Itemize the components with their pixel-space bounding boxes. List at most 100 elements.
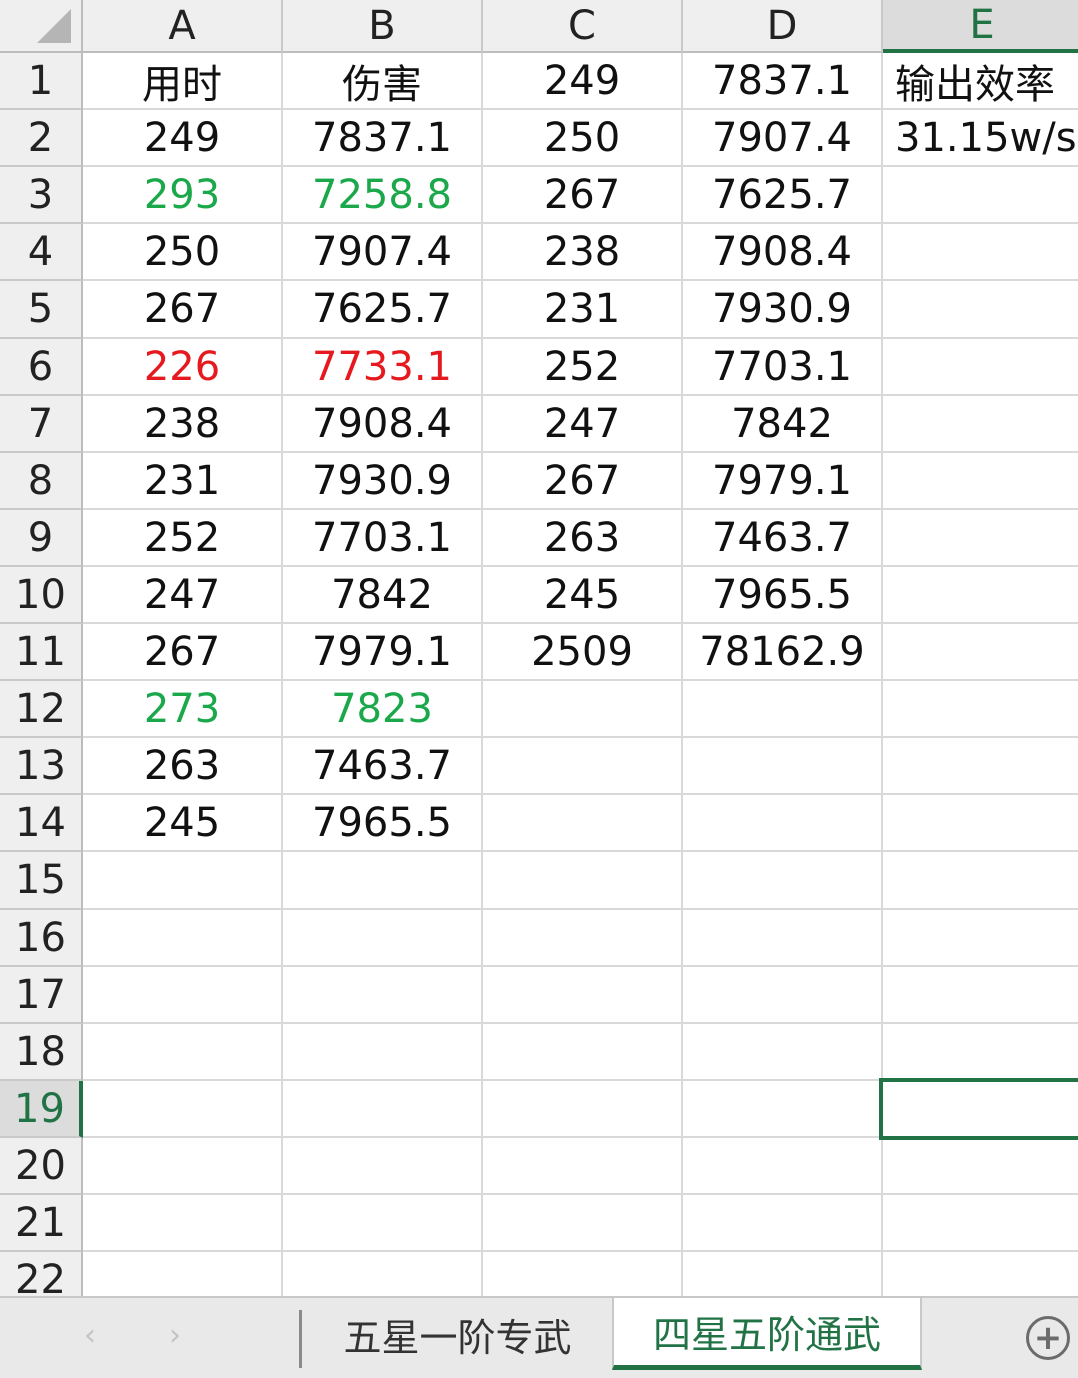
cell-a21[interactable] [83, 1195, 283, 1252]
cell-d3[interactable]: 7625.7 [683, 167, 883, 224]
row-header-5[interactable]: 5 [0, 281, 83, 339]
cell-a4[interactable]: 250 [83, 224, 283, 281]
row-header-14[interactable]: 14 [0, 795, 83, 852]
column-header-a[interactable]: A [83, 0, 283, 53]
row-header-7[interactable]: 7 [0, 396, 83, 453]
row-header-15[interactable]: 15 [0, 852, 83, 910]
cell-a15[interactable] [83, 852, 283, 910]
cell-a2[interactable]: 249 [83, 110, 283, 167]
cell-e14[interactable] [883, 795, 1078, 852]
cell-a5[interactable]: 267 [83, 281, 283, 339]
cell-a1[interactable]: 用时 [83, 53, 283, 110]
cell-c4[interactable]: 238 [483, 224, 683, 281]
cell-b16[interactable] [283, 910, 483, 967]
cell-e4[interactable] [883, 224, 1078, 281]
cell-e13[interactable] [883, 738, 1078, 795]
cell-c1[interactable]: 249 [483, 53, 683, 110]
cell-c8[interactable]: 267 [483, 453, 683, 510]
cell-a6[interactable]: 226 [83, 339, 283, 396]
cell-c7[interactable]: 247 [483, 396, 683, 453]
row-header-8[interactable]: 8 [0, 453, 83, 510]
cell-d10[interactable]: 7965.5 [683, 567, 883, 624]
cell-b8[interactable]: 7930.9 [283, 453, 483, 510]
row-header-20[interactable]: 20 [0, 1138, 83, 1195]
cell-a12[interactable]: 273 [83, 681, 283, 738]
cell-e11[interactable] [883, 624, 1078, 681]
cell-d1[interactable]: 7837.1 [683, 53, 883, 110]
cell-a17[interactable] [83, 967, 283, 1024]
cell-a13[interactable]: 263 [83, 738, 283, 795]
cell-b6[interactable]: 7733.1 [283, 339, 483, 396]
cell-d18[interactable] [683, 1024, 883, 1081]
cell-b11[interactable]: 7979.1 [283, 624, 483, 681]
cell-b5[interactable]: 7625.7 [283, 281, 483, 339]
sheet-tab-1[interactable]: 五星一阶专武 [305, 1298, 610, 1370]
cell-e21[interactable] [883, 1195, 1078, 1252]
row-header-4[interactable]: 4 [0, 224, 83, 281]
cell-b7[interactable]: 7908.4 [283, 396, 483, 453]
cell-a11[interactable]: 267 [83, 624, 283, 681]
row-header-11[interactable]: 11 [0, 624, 83, 681]
cell-e6[interactable] [883, 339, 1078, 396]
cell-d11[interactable]: 78162.9 [683, 624, 883, 681]
row-header-18[interactable]: 18 [0, 1024, 83, 1081]
row-header-21[interactable]: 21 [0, 1195, 83, 1252]
cell-e3[interactable] [883, 167, 1078, 224]
cell-e18[interactable] [883, 1024, 1078, 1081]
cell-c5[interactable]: 231 [483, 281, 683, 339]
row-header-12[interactable]: 12 [0, 681, 83, 738]
cell-a19[interactable] [83, 1081, 283, 1138]
cell-c18[interactable] [483, 1024, 683, 1081]
cell-a3[interactable]: 293 [83, 167, 283, 224]
cell-b12[interactable]: 7823 [283, 681, 483, 738]
cell-e17[interactable] [883, 967, 1078, 1024]
cell-c20[interactable] [483, 1138, 683, 1195]
cell-b1[interactable]: 伤害 [283, 53, 483, 110]
cell-e12[interactable] [883, 681, 1078, 738]
cell-b3[interactable]: 7258.8 [283, 167, 483, 224]
column-header-d[interactable]: D [683, 0, 883, 53]
cell-a10[interactable]: 247 [83, 567, 283, 624]
cell-d8[interactable]: 7979.1 [683, 453, 883, 510]
cell-b18[interactable] [283, 1024, 483, 1081]
row-header-22[interactable]: 22 [0, 1252, 83, 1296]
cell-d15[interactable] [683, 852, 883, 910]
column-header-e[interactable]: E [883, 0, 1078, 53]
cell-e20[interactable] [883, 1138, 1078, 1195]
cell-d6[interactable]: 7703.1 [683, 339, 883, 396]
cell-c15[interactable] [483, 852, 683, 910]
cell-a7[interactable]: 238 [83, 396, 283, 453]
cell-c13[interactable] [483, 738, 683, 795]
cell-d2[interactable]: 7907.4 [683, 110, 883, 167]
column-header-c[interactable]: C [483, 0, 683, 53]
cell-c22[interactable] [483, 1252, 683, 1296]
cell-c19[interactable] [483, 1081, 683, 1138]
cell-e22[interactable] [883, 1252, 1078, 1296]
cell-e5[interactable] [883, 281, 1078, 339]
cell-e19[interactable] [883, 1081, 1078, 1138]
cell-d16[interactable] [683, 910, 883, 967]
cell-c2[interactable]: 250 [483, 110, 683, 167]
cell-b17[interactable] [283, 967, 483, 1024]
cell-e16[interactable] [883, 910, 1078, 967]
cell-c12[interactable] [483, 681, 683, 738]
cell-d4[interactable]: 7908.4 [683, 224, 883, 281]
cell-d7[interactable]: 7842 [683, 396, 883, 453]
sheet-tab-2[interactable]: 四星五阶通武 [612, 1298, 922, 1370]
cell-a14[interactable]: 245 [83, 795, 283, 852]
row-header-6[interactable]: 6 [0, 339, 83, 396]
cell-c3[interactable]: 267 [483, 167, 683, 224]
cell-d12[interactable] [683, 681, 883, 738]
cell-c10[interactable]: 245 [483, 567, 683, 624]
cell-b15[interactable] [283, 852, 483, 910]
cell-d19[interactable] [683, 1081, 883, 1138]
cell-d22[interactable] [683, 1252, 883, 1296]
cell-d13[interactable] [683, 738, 883, 795]
cell-e15[interactable] [883, 852, 1078, 910]
cell-b21[interactable] [283, 1195, 483, 1252]
cell-a9[interactable]: 252 [83, 510, 283, 567]
cell-e2[interactable]: 31.15w/s [883, 110, 1078, 167]
cell-c6[interactable]: 252 [483, 339, 683, 396]
cell-d17[interactable] [683, 967, 883, 1024]
cell-b2[interactable]: 7837.1 [283, 110, 483, 167]
